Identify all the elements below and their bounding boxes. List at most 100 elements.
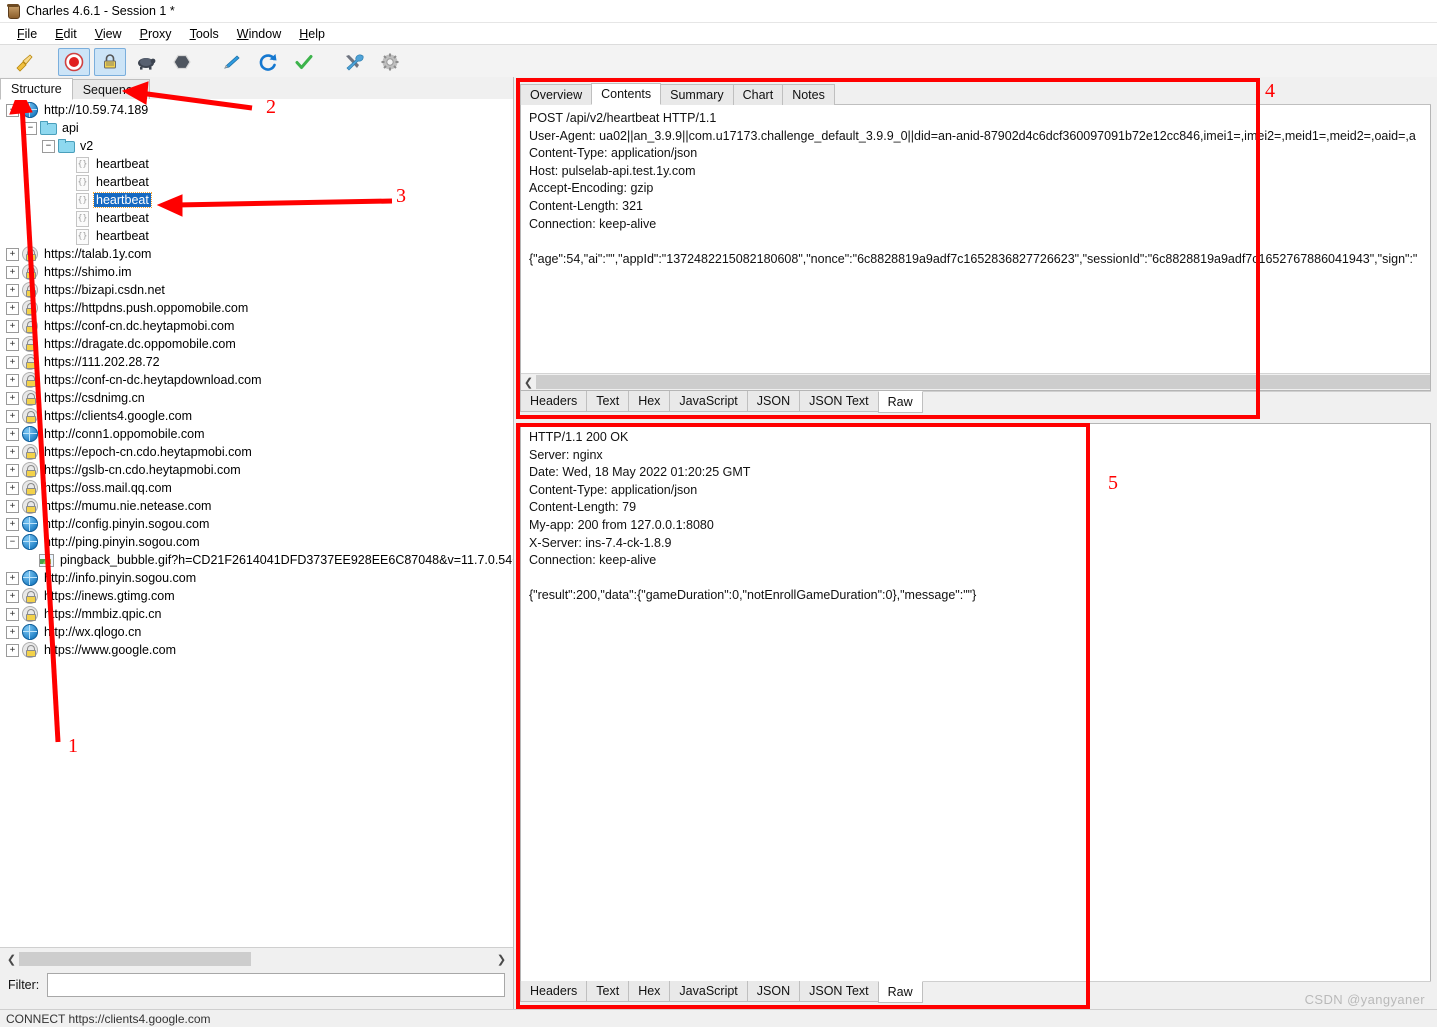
request-scroll-left-icon[interactable]: ❮ (521, 375, 536, 390)
tab-sequence[interactable]: Sequence (71, 79, 151, 100)
tab-contents[interactable]: Contents (591, 83, 662, 105)
tree-row[interactable]: + https://mmbiz.qpic.cn (0, 605, 513, 623)
tree-row[interactable]: + https://inews.gtimg.com (0, 587, 513, 605)
tree-row[interactable]: + https://talab.1y.com (0, 245, 513, 263)
scroll-track[interactable] (19, 952, 494, 966)
tree-row[interactable]: heartbeat (0, 173, 513, 191)
validate-icon[interactable] (288, 48, 320, 76)
expand-icon[interactable]: + (6, 445, 19, 459)
tree-row[interactable]: + https://shimo.im (0, 263, 513, 281)
request-tab-text[interactable]: Text (586, 391, 630, 412)
tree-row[interactable]: + http://info.pinyin.sogou.com (0, 569, 513, 587)
expand-icon[interactable]: + (6, 643, 19, 657)
tab-summary[interactable]: Summary (660, 84, 734, 105)
expand-icon[interactable]: + (6, 301, 19, 315)
ssl-proxying-icon[interactable] (94, 47, 126, 76)
scroll-left-icon[interactable]: ❮ (4, 952, 19, 967)
tree-row[interactable]: heartbeat (0, 191, 513, 209)
breakpoints-icon[interactable] (166, 48, 198, 76)
repeat-icon[interactable] (252, 48, 284, 76)
tree-row[interactable]: + https://oss.mail.qq.com (0, 479, 513, 497)
expand-icon[interactable]: + (6, 391, 19, 405)
throttle-icon[interactable] (130, 48, 162, 76)
expand-icon[interactable]: + (6, 373, 19, 387)
expand-icon[interactable]: + (6, 625, 19, 639)
tree-row[interactable]: + http://conn1.oppomobile.com (0, 425, 513, 443)
response-tab-raw[interactable]: Raw (877, 981, 923, 1003)
tree-row[interactable]: − v2 (0, 137, 513, 155)
tab-notes[interactable]: Notes (782, 84, 835, 105)
request-scroll-thumb[interactable] (536, 375, 1430, 389)
menu-view[interactable]: View (86, 25, 131, 43)
tree-row[interactable]: + https://clients4.google.com (0, 407, 513, 425)
compose-icon[interactable] (216, 48, 248, 76)
tree-row[interactable]: + https://www.google.com (0, 641, 513, 659)
menu-file[interactable]: File (8, 25, 46, 43)
menu-window[interactable]: Window (228, 25, 290, 43)
expand-icon[interactable]: + (6, 427, 19, 441)
tab-overview[interactable]: Overview (520, 84, 593, 105)
menu-proxy[interactable]: Proxy (131, 25, 181, 43)
tree-row[interactable]: heartbeat (0, 155, 513, 173)
tools-icon[interactable] (338, 48, 370, 76)
session-tree[interactable]: −http://10.59.74.189−api−v2heartbeathear… (0, 99, 513, 948)
request-tab-json[interactable]: JSON (746, 391, 801, 412)
tree-row[interactable]: + https://conf-cn.dc.heytapmobi.com (0, 317, 513, 335)
tree-row[interactable]: + https://csdnimg.cn (0, 389, 513, 407)
expand-icon[interactable]: + (6, 283, 19, 297)
response-tab-text[interactable]: Text (586, 981, 630, 1002)
request-tab-raw[interactable]: Raw (877, 391, 923, 413)
menu-tools[interactable]: Tools (181, 25, 228, 43)
tree-row[interactable]: + https://httpdns.push.oppomobile.com (0, 299, 513, 317)
tree-row[interactable]: + https://mumu.nie.netease.com (0, 497, 513, 515)
tree-row[interactable]: heartbeat (0, 209, 513, 227)
tree-row[interactable]: + http://config.pinyin.sogou.com (0, 515, 513, 533)
tree-row[interactable]: heartbeat (0, 227, 513, 245)
response-tab-javascript[interactable]: JavaScript (669, 981, 748, 1002)
response-tab-headers[interactable]: Headers (520, 981, 588, 1002)
expand-icon[interactable]: + (6, 517, 19, 531)
tree-row[interactable]: + https://111.202.28.72 (0, 353, 513, 371)
tree-row[interactable]: + https://conf-cn-dc.heytapdownload.com (0, 371, 513, 389)
response-tab-json[interactable]: JSON (746, 981, 801, 1002)
tree-horizontal-scrollbar[interactable]: ❮ ❯ (4, 951, 509, 967)
scroll-right-icon[interactable]: ❯ (494, 952, 509, 967)
settings-icon[interactable] (374, 48, 406, 76)
tree-row[interactable]: − api (0, 119, 513, 137)
expand-icon[interactable]: + (6, 571, 19, 585)
response-tab-json-text[interactable]: JSON Text (799, 981, 879, 1002)
expand-icon[interactable]: + (6, 247, 19, 261)
request-tab-headers[interactable]: Headers (520, 391, 588, 412)
expand-icon[interactable]: + (6, 337, 19, 351)
request-tab-json-text[interactable]: JSON Text (799, 391, 879, 412)
expand-icon[interactable]: + (6, 607, 19, 621)
expand-icon[interactable]: + (6, 409, 19, 423)
menu-edit[interactable]: Edit (46, 25, 86, 43)
collapse-icon[interactable]: − (6, 535, 19, 549)
expand-icon[interactable]: + (6, 319, 19, 333)
request-tab-javascript[interactable]: JavaScript (669, 391, 748, 412)
expand-icon[interactable]: + (6, 265, 19, 279)
response-tab-hex[interactable]: Hex (628, 981, 671, 1002)
tree-row[interactable]: + https://gslb-cn.cdo.heytapmobi.com (0, 461, 513, 479)
collapse-icon[interactable]: − (42, 139, 55, 153)
tab-chart[interactable]: Chart (732, 84, 784, 105)
filter-input[interactable] (47, 973, 505, 997)
expand-icon[interactable]: + (6, 481, 19, 495)
tree-row[interactable]: + https://epoch-cn.cdo.heytapmobi.com (0, 443, 513, 461)
tree-row[interactable]: + https://dragate.dc.oppomobile.com (0, 335, 513, 353)
collapse-icon[interactable]: − (24, 121, 37, 135)
tree-row[interactable]: + https://bizapi.csdn.net (0, 281, 513, 299)
scroll-thumb[interactable] (19, 952, 251, 966)
request-tab-hex[interactable]: Hex (628, 391, 671, 412)
record-icon[interactable] (58, 47, 90, 76)
collapse-icon[interactable]: − (6, 103, 19, 117)
expand-icon[interactable]: + (6, 499, 19, 513)
tree-row[interactable]: pingback_bubble.gif?h=CD21F2614041DFD373… (0, 551, 513, 569)
expand-icon[interactable]: + (6, 589, 19, 603)
tree-row[interactable]: − http://10.59.74.189 (0, 101, 513, 119)
tree-row[interactable]: + http://wx.qlogo.cn (0, 623, 513, 641)
expand-icon[interactable]: + (6, 355, 19, 369)
tree-row[interactable]: − http://ping.pinyin.sogou.com (0, 533, 513, 551)
request-horizontal-scrollbar[interactable]: ❮ (521, 373, 1430, 390)
